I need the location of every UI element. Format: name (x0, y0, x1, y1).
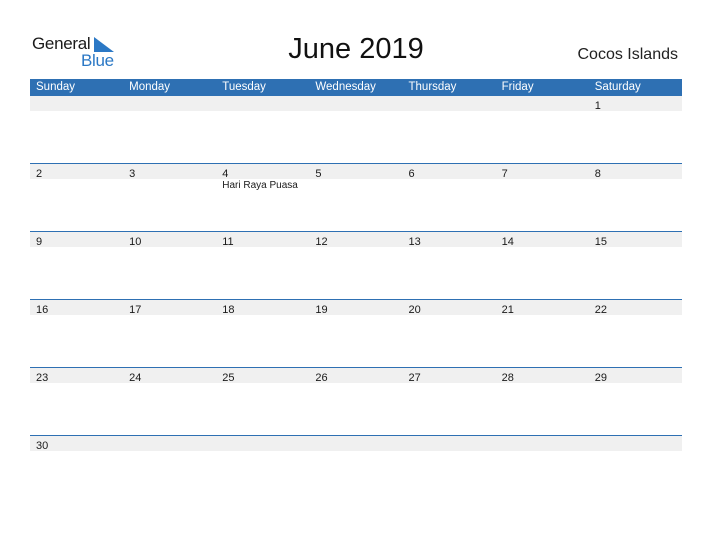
day-cell: 24 (123, 368, 216, 384)
day-cell: 27 (403, 368, 496, 384)
day-cell: 16 (30, 300, 123, 316)
date-band: 23 24 25 26 27 28 29 (30, 368, 682, 384)
day-cell: 11 (216, 232, 309, 248)
day-cell (309, 96, 402, 111)
day-number: 16 (36, 304, 49, 316)
week-row: 1 (30, 96, 682, 163)
day-cell: 26 (309, 368, 402, 384)
weekday-saturday: Saturday (594, 81, 641, 93)
day-cell: 19 (309, 300, 402, 316)
day-number: 10 (129, 236, 142, 248)
day-cell (403, 96, 496, 111)
day-cell (123, 96, 216, 111)
day-number: 30 (36, 440, 49, 452)
day-cell (496, 436, 589, 451)
day-number: 11 (222, 236, 234, 248)
day-cell: 12 (309, 232, 402, 248)
day-number: 27 (408, 372, 421, 384)
date-band: 16 17 18 19 20 21 22 (30, 300, 682, 316)
date-band: 9 10 11 12 13 14 15 (30, 232, 682, 248)
day-cell: 22 (589, 300, 682, 316)
day-cell: 9 (30, 232, 123, 248)
week-row: 2 3 4 Hari Raya Puasa 5 6 7 8 (30, 163, 682, 231)
weekday-header: Sunday Monday Tuesday Wednesday Thursday… (30, 79, 682, 96)
weekday-monday: Monday (129, 81, 171, 93)
day-cell (216, 436, 309, 451)
day-cell: 23 (30, 368, 123, 384)
day-cell: 15 (589, 232, 682, 248)
day-number: 15 (594, 236, 607, 248)
day-cell: 3 (123, 164, 216, 180)
day-cell: 10 (123, 232, 216, 248)
day-cell: 8 (589, 164, 682, 180)
day-cell: 1 (589, 96, 682, 112)
day-cell: 29 (589, 368, 682, 384)
day-number: 18 (222, 304, 235, 316)
day-cell: 13 (403, 232, 496, 248)
day-cell (496, 96, 589, 111)
day-number: 24 (129, 372, 142, 384)
day-number: 28 (501, 372, 514, 384)
day-number: 3 (129, 168, 136, 180)
day-number: 12 (315, 236, 328, 248)
day-cell (309, 436, 402, 451)
day-number: 25 (222, 372, 235, 384)
day-number: 8 (594, 168, 601, 180)
day-number: 5 (315, 168, 322, 180)
day-number: 17 (129, 304, 142, 316)
day-number: 29 (594, 372, 607, 384)
holiday-label: Hari Raya Puasa (222, 180, 298, 191)
week-row: 16 17 18 19 20 21 22 (30, 299, 682, 367)
weekday-sunday: Sunday (36, 81, 76, 93)
calendar-grid: Sunday Monday Tuesday Wednesday Thursday… (30, 79, 682, 503)
day-cell: 2 (30, 164, 123, 180)
day-number: 13 (408, 236, 421, 248)
day-number: 23 (36, 372, 49, 384)
day-cell: 5 (309, 164, 402, 180)
day-number: 26 (315, 372, 328, 384)
weekday-friday: Friday (501, 81, 534, 93)
day-cell (123, 436, 216, 451)
day-number: 19 (315, 304, 328, 316)
day-number: 1 (594, 100, 601, 112)
day-number: 21 (501, 304, 514, 316)
day-cell (589, 436, 682, 451)
day-cell: 30 (30, 436, 123, 452)
weekday-tuesday: Tuesday (222, 81, 266, 93)
region-label: Cocos Islands (577, 46, 679, 63)
day-cell: 17 (123, 300, 216, 316)
week-row: 9 10 11 12 13 14 15 (30, 231, 682, 299)
day-cell (216, 96, 309, 111)
day-cell: 20 (403, 300, 496, 316)
date-band: 30 (30, 436, 682, 452)
day-cell: 18 (216, 300, 309, 316)
day-cell (30, 96, 123, 111)
week-row: 30 (30, 435, 682, 503)
day-number: 14 (501, 236, 514, 248)
day-number: 22 (594, 304, 607, 316)
day-number: 2 (36, 168, 43, 180)
weekday-wednesday: Wednesday (315, 81, 376, 93)
day-number: 6 (408, 168, 415, 180)
date-band: 2 3 4 Hari Raya Puasa 5 6 7 8 (30, 164, 682, 191)
day-number: 20 (408, 304, 421, 316)
day-number: 7 (501, 168, 508, 180)
day-cell: 7 (496, 164, 589, 180)
day-cell (403, 436, 496, 451)
date-band: 1 (30, 96, 682, 112)
day-cell: 4 Hari Raya Puasa (216, 164, 309, 191)
weekday-thursday: Thursday (408, 81, 457, 93)
day-cell: 25 (216, 368, 309, 384)
day-cell: 14 (496, 232, 589, 248)
day-cell: 21 (496, 300, 589, 316)
day-number: 9 (36, 236, 43, 248)
day-cell: 6 (403, 164, 496, 180)
day-cell: 28 (496, 368, 589, 384)
weeks-container: 1 2 3 4 Hari Raya Puasa 5 6 7 8 9 10 11 12 13 14 15 16 17… (30, 96, 682, 503)
week-row: 23 24 25 26 27 28 29 (30, 367, 682, 435)
